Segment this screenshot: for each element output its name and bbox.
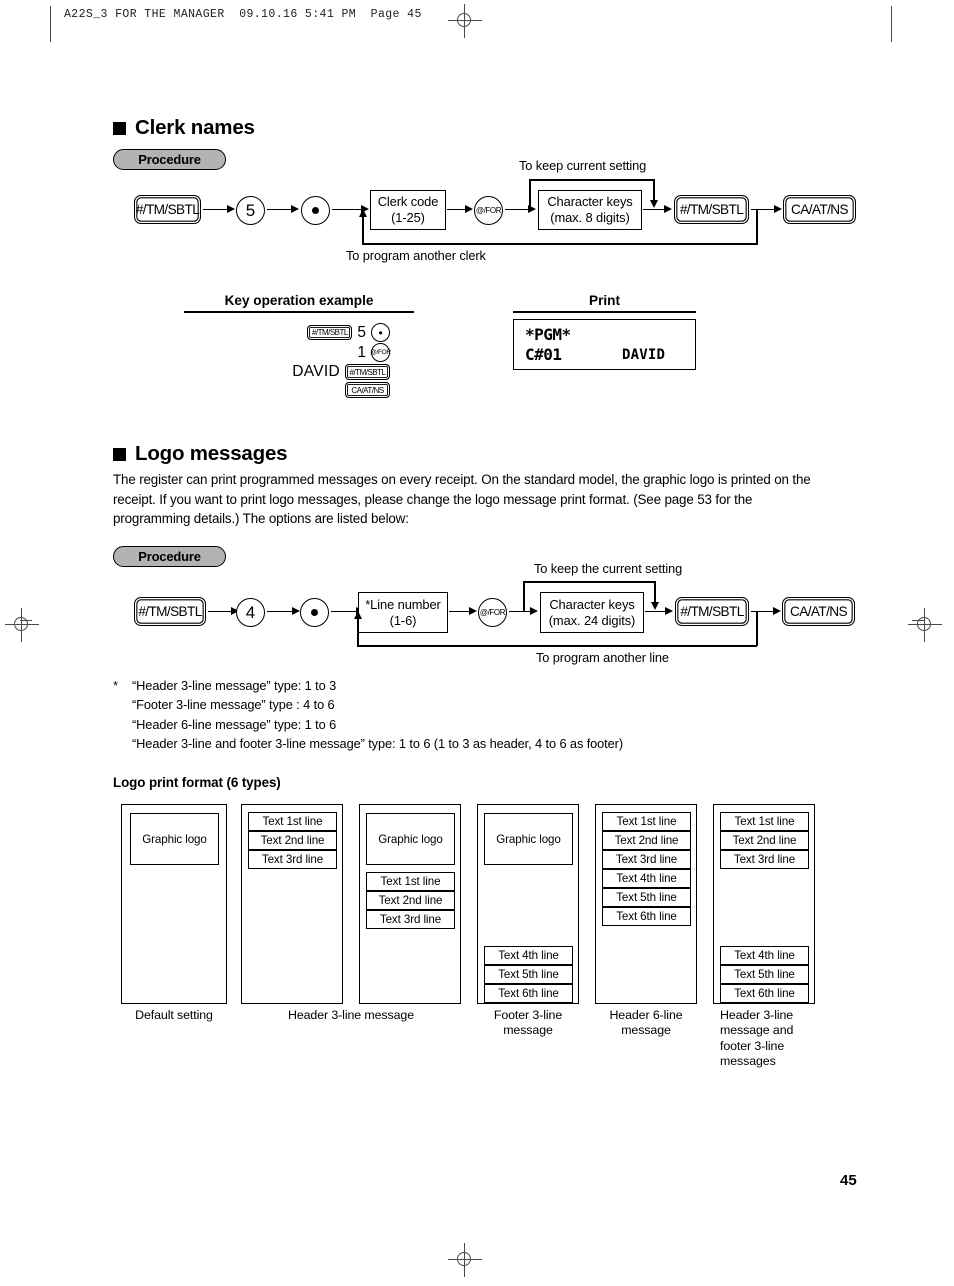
logo-format-caption-4: Footer 3-line message (493, 1008, 563, 1038)
logo-format-column-1: Graphic logo (121, 804, 227, 1004)
text-line-1-c6: Text 1st line (720, 812, 809, 831)
note-line-2: “Footer 3-line message” type : 4 to 6 (132, 697, 335, 713)
text-line-4-c6: Text 4th line (720, 946, 809, 965)
page-number: 45 (840, 1172, 857, 1189)
logo-flow-label-another-line: To program another line (536, 650, 669, 665)
text-line-1-c5: Text 1st line (602, 812, 691, 831)
graphic-logo-box-c1: Graphic logo (130, 813, 219, 865)
text-line-3-c6: Text 3rd line (720, 850, 809, 869)
logo-flow-key-dot (300, 598, 329, 627)
text-line-2-c5: Text 2nd line (602, 831, 691, 850)
text-line-5-c6: Text 5th line (720, 965, 809, 984)
logo-format-column-5: Text 1st line Text 2nd line Text 3rd lin… (595, 804, 697, 1004)
logo-flow-box-character-keys-24: Character keys (max. 24 digits) (540, 592, 644, 633)
logo-format-caption-6: Header 3-line message and footer 3-line … (720, 1008, 794, 1069)
text-line-3-c2: Text 3rd line (248, 850, 337, 869)
text-line-3-c3: Text 3rd line (366, 910, 455, 929)
text-line-3-c5: Text 3rd line (602, 850, 691, 869)
text-line-4-c4: Text 4th line (484, 946, 573, 965)
logo-flow-label-keep-setting: To keep the current setting (534, 561, 683, 576)
logo-flow-key-tmsbtl-end: #/TM/SBTL (675, 597, 749, 626)
note-line-4: “Header 3-line and footer 3-line message… (132, 736, 623, 752)
text-line-5-c5: Text 5th line (602, 888, 691, 907)
text-line-6-c6: Text 6th line (720, 984, 809, 1003)
note-line-3: “Header 6-line message” type: 1 to 6 (132, 716, 337, 732)
logo-print-format-heading: Logo print format (6 types) (113, 775, 281, 790)
logo-format-caption-1: Default setting (135, 1008, 213, 1022)
logo-format-column-4: Graphic logo Text 4th line Text 5th line… (477, 804, 579, 1004)
logo-type-notes: * “Header 3-line message” type: 1 to 3 “… (113, 676, 813, 754)
text-line-1-c3: Text 1st line (366, 872, 455, 891)
logo-flow-key-tmsbtl-start: #/TM/SBTL (134, 597, 206, 626)
text-line-2-c3: Text 2nd line (366, 891, 455, 910)
logo-format-column-2: Text 1st line Text 2nd line Text 3rd lin… (241, 804, 343, 1004)
logo-flow-key-ca-at-ns: CA/AT/NS (782, 597, 855, 626)
graphic-logo-box-c4: Graphic logo (484, 813, 573, 865)
logo-format-caption-5: Header 6-line message (609, 1008, 683, 1038)
graphic-logo-box-c3: Graphic logo (366, 813, 455, 865)
logo-flow-box-line-number: *Line number (1-6) (358, 592, 448, 633)
note-asterisk: * (113, 678, 118, 693)
logo-flow-key-4: 4 (236, 598, 265, 627)
text-line-5-c4: Text 5th line (484, 965, 573, 984)
registration-mark-bottom (448, 1243, 482, 1277)
text-line-6-c5: Text 6th line (602, 907, 691, 926)
text-line-2-c2: Text 2nd line (248, 831, 337, 850)
text-line-4-c5: Text 4th line (602, 869, 691, 888)
text-line-1-c2: Text 1st line (248, 812, 337, 831)
logo-format-caption-2-3: Header 3-line message (287, 1008, 414, 1022)
logo-flow-key-at-for: @/FOR (478, 598, 507, 627)
text-line-2-c6: Text 2nd line (720, 831, 809, 850)
logo-flow-diagram: #/TM/SBTL 4 *Line number (1-6) @/FOR Cha… (0, 0, 954, 680)
text-line-6-c4: Text 6th line (484, 984, 573, 1003)
logo-format-column-6: Text 1st line Text 2nd line Text 3rd lin… (713, 804, 815, 1004)
logo-format-column-3: Graphic logo Text 1st line Text 2nd line… (359, 804, 461, 1004)
note-line-1: “Header 3-line message” type: 1 to 3 (132, 678, 337, 693)
